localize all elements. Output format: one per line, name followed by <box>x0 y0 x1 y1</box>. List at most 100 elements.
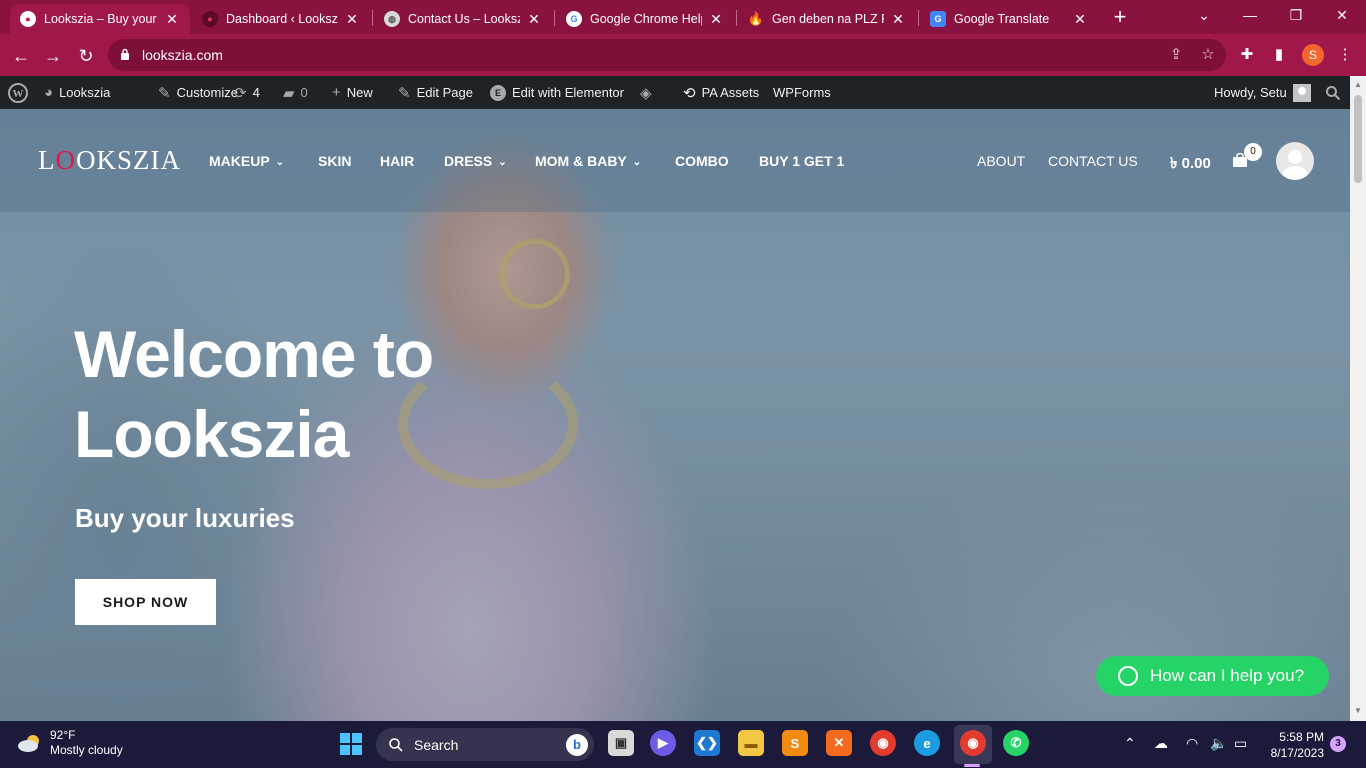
scroll-down-arrow-icon[interactable]: ▼ <box>1353 706 1363 716</box>
admin-diamond-icon[interactable]: ◈ <box>640 76 658 109</box>
taskbar-search-label: Search <box>414 736 459 753</box>
wifi-icon[interactable]: ◠ <box>1186 735 1198 752</box>
bookmark-star-icon[interactable]: ☆ <box>1198 45 1218 65</box>
howdy-label: Howdy, Setu <box>1214 85 1287 100</box>
edit-page-label: Edit Page <box>416 85 473 100</box>
menu-item-skin[interactable]: SKIN <box>318 153 351 169</box>
profile-avatar[interactable]: S <box>1302 44 1324 66</box>
tab-title: Lookszia – Buy your lu <box>44 12 158 26</box>
bing-icon[interactable]: b <box>566 734 588 756</box>
file-explorer-icon[interactable]: ▬ <box>738 730 764 756</box>
site-logo[interactable]: LOOKSZIA <box>38 145 181 176</box>
url-text[interactable]: lookszia.com <box>142 47 223 63</box>
admin-updates-link[interactable]: ⟳ 4 <box>234 76 260 109</box>
battery-icon[interactable]: ▭ <box>1234 735 1247 752</box>
admin-new-link[interactable]: + New <box>332 76 373 109</box>
menu-item-about[interactable]: ABOUT <box>977 153 1025 169</box>
menu-item-contact-us[interactable]: CONTACT US <box>1048 153 1138 169</box>
menu-item-hair[interactable]: HAIR <box>380 153 414 169</box>
new-tab-button[interactable]: + <box>1108 6 1132 30</box>
admin-edit-page-link[interactable]: ✎ Edit Page <box>398 76 473 109</box>
menu-item-label: BUY 1 GET 1 <box>759 153 845 169</box>
menu-item-combo[interactable]: COMBO <box>675 153 729 169</box>
menu-item-mom-baby[interactable]: MOM & BABY ⌄ <box>535 153 641 169</box>
menu-item-makeup[interactable]: MAKEUP ⌄ <box>209 153 284 169</box>
wordpress-logo-icon[interactable]: W <box>8 76 28 109</box>
tab-google-translate[interactable]: G Google Translate ✕ <box>920 4 1098 34</box>
whatsapp-chat-label: How can I help you? <box>1150 666 1305 685</box>
tab-separator <box>554 10 555 26</box>
cart-total[interactable]: ৳ 0.00 <box>1170 152 1211 177</box>
xampp-icon[interactable]: ✕ <box>826 730 852 756</box>
comments-count: 0 <box>300 85 308 100</box>
windows-start-icon[interactable] <box>340 733 362 755</box>
onedrive-error-icon[interactable]: ☁ <box>1154 735 1168 752</box>
scrollbar-thumb[interactable] <box>1354 95 1362 183</box>
tab-lookszia-home[interactable]: ● Lookszia – Buy your lu ✕ <box>10 4 190 34</box>
admin-search-icon[interactable] <box>1325 76 1341 109</box>
logo-text-start: L <box>38 145 56 175</box>
tab-dashboard[interactable]: ● Dashboard ‹ Lookszia ✕ <box>192 4 370 34</box>
reload-button[interactable]: ↻ <box>73 43 99 69</box>
close-icon[interactable]: ✕ <box>164 11 180 28</box>
taskbar-clock[interactable]: 5:58 PM 8/17/2023 <box>1262 729 1324 761</box>
address-bar[interactable]: lookszia.com ⇪ ☆ <box>108 39 1226 71</box>
tab-gen-deben[interactable]: 🔥 Gen deben na PLZ Pri ✕ <box>738 4 916 34</box>
weather-widget[interactable]: 92°F Mostly cloudy <box>16 728 123 758</box>
close-window-button[interactable]: ✕ <box>1322 4 1362 26</box>
chrome-icon[interactable]: ◉ <box>870 730 896 756</box>
admin-comments-link[interactable]: ▰ 0 <box>283 76 308 109</box>
admin-account-link[interactable]: Howdy, Setu <box>1214 76 1311 109</box>
close-icon[interactable]: ✕ <box>1072 11 1088 28</box>
restore-button[interactable]: ❐ <box>1276 4 1316 26</box>
updates-icon: ⟳ <box>234 84 247 102</box>
menu-item-dress[interactable]: DRESS ⌄ <box>444 153 507 169</box>
menu-item-label: CONTACT US <box>1048 153 1138 169</box>
comment-bubble-icon: ▰ <box>283 84 295 102</box>
new-label: New <box>346 85 373 100</box>
google-translate-icon: G <box>930 11 946 27</box>
scroll-up-arrow-icon[interactable]: ▲ <box>1353 80 1363 90</box>
search-icon <box>389 737 403 752</box>
whatsapp-chat-button[interactable]: How can I help you? <box>1096 656 1329 696</box>
admin-site-link[interactable]: ◕ Lookszia <box>44 76 110 109</box>
page-scrollbar[interactable]: ▲ ▼ <box>1350 76 1366 721</box>
sublime-text-icon[interactable]: S <box>782 730 808 756</box>
tray-chevron-up-icon[interactable]: ⌃ <box>1124 735 1136 752</box>
teams-chat-icon[interactable]: ▶ <box>650 730 676 756</box>
side-panel-icon[interactable]: ▮ <box>1268 44 1290 66</box>
whatsapp-app-icon[interactable]: ✆ <box>1003 730 1029 756</box>
close-icon[interactable]: ✕ <box>890 11 906 28</box>
menu-item-buy-1-get-1[interactable]: BUY 1 GET 1 <box>759 153 844 169</box>
admin-pa-assets-link[interactable]: ⟲ PA Assets <box>683 76 759 109</box>
chrome-menu-icon[interactable]: ⋮ <box>1334 44 1356 66</box>
close-icon[interactable]: ✕ <box>526 11 542 28</box>
tab-search-chevron-icon[interactable]: ⌄ <box>1184 4 1224 26</box>
tab-contact-us[interactable]: ◍ Contact Us – Lookszia ✕ <box>374 4 552 34</box>
taskbar-search[interactable]: Search b <box>376 728 594 761</box>
tab-chrome-help[interactable]: G Google Chrome Help ✕ <box>556 4 734 34</box>
admin-wpforms-link[interactable]: WPForms <box>773 76 831 109</box>
forward-button[interactable]: → <box>40 43 66 69</box>
lock-icon[interactable] <box>120 48 130 60</box>
admin-customize-link[interactable]: ✎ Customize <box>158 76 238 109</box>
fire-icon: 🔥 <box>747 11 765 26</box>
notification-badge[interactable]: 3 <box>1330 736 1346 752</box>
close-icon[interactable]: ✕ <box>344 11 360 28</box>
plus-icon: + <box>332 84 341 101</box>
admin-elementor-link[interactable]: E Edit with Elementor <box>490 76 624 109</box>
extensions-puzzle-icon[interactable]: ✚ <box>1236 44 1258 66</box>
back-button[interactable]: ← <box>8 43 34 69</box>
minimize-button[interactable]: — <box>1230 4 1270 26</box>
share-icon[interactable]: ⇪ <box>1166 45 1186 65</box>
shop-now-button[interactable]: SHOP NOW <box>75 579 216 625</box>
edge-icon[interactable]: e <box>914 730 940 756</box>
volume-icon[interactable]: 🔈 <box>1210 735 1227 752</box>
task-view-icon[interactable]: ▣ <box>608 730 634 756</box>
vscode-icon[interactable]: ❮❯ <box>694 730 720 756</box>
dashboard-gauge-icon: ◕ <box>44 84 54 101</box>
user-account-avatar[interactable] <box>1276 142 1314 180</box>
chrome-profile-icon[interactable]: ◉ <box>960 730 986 756</box>
whatsapp-icon <box>1118 666 1138 686</box>
close-icon[interactable]: ✕ <box>708 11 724 28</box>
